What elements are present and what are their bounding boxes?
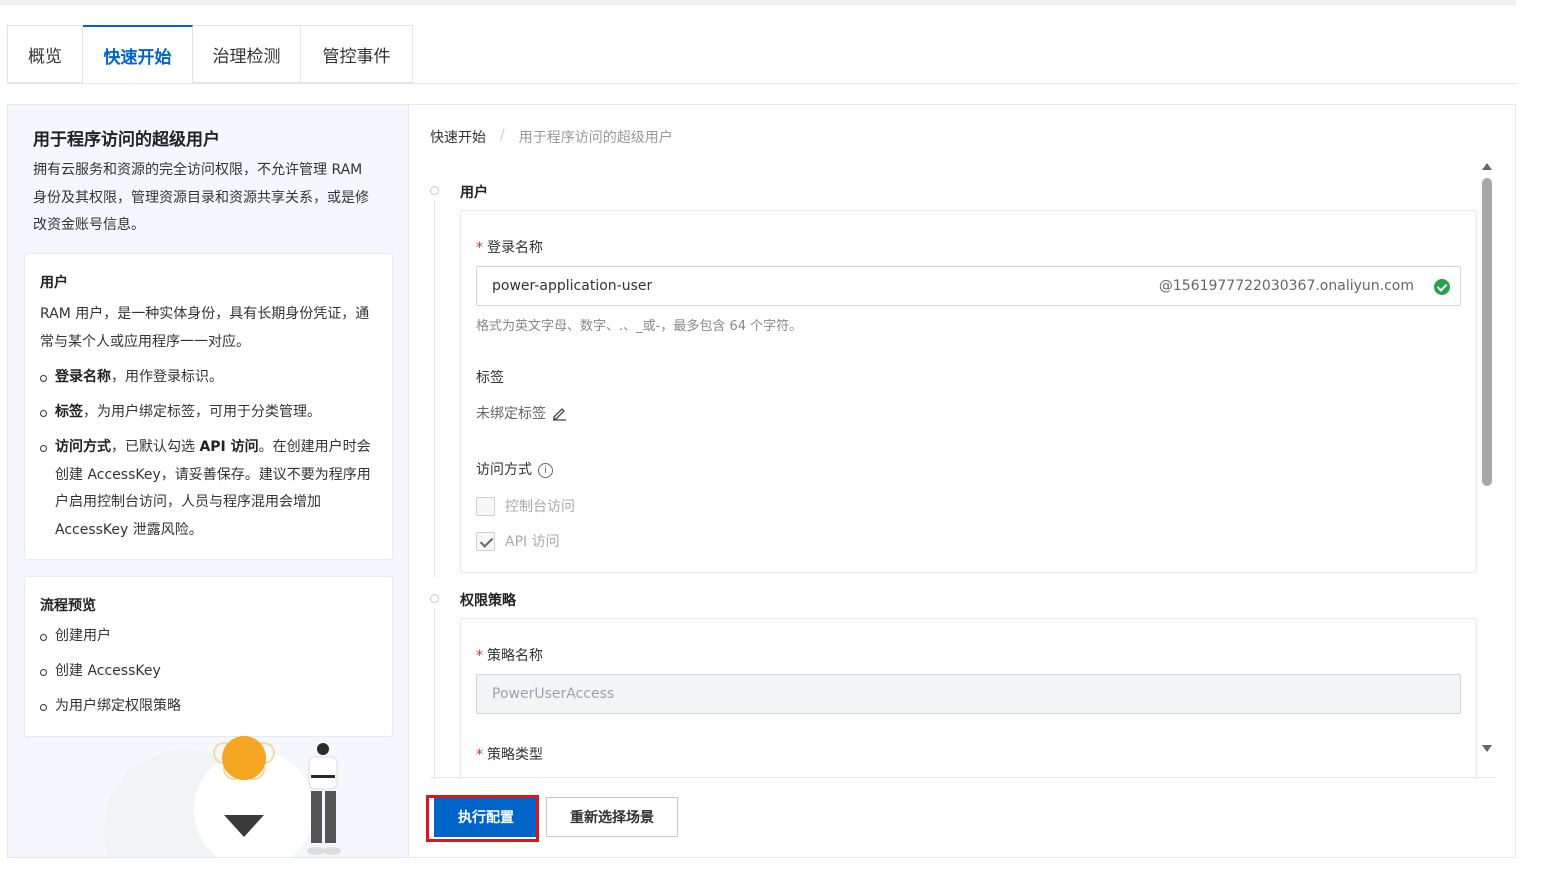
scenario-description: 拥有云服务和资源的完全访问权限，不允许管理 RAM 身份及其权限，管理资源目录和… <box>33 162 369 233</box>
tag-label: 标签 <box>476 370 504 386</box>
policy-form-panel: * 策略名称 PowerUserAccess * 策略类型 <box>460 618 1477 780</box>
checkbox-box[interactable] <box>476 496 495 516</box>
flow-card-title: 流程预览 <box>40 598 96 614</box>
illustration-image <box>104 736 341 857</box>
bullet-strong: 标签 <box>55 404 83 420</box>
bullet-text: ，用作登录标识。 <box>111 369 223 385</box>
policy-name-value: PowerUserAccess <box>492 686 615 702</box>
bullet-text: ，已默认勾选 <box>111 439 200 455</box>
breadcrumb-current: 用于程序访问的超级用户 <box>518 130 673 146</box>
tab-bar-divider <box>7 83 1516 84</box>
bullet-text: ，为用户绑定标签，可用于分类管理。 <box>83 404 321 420</box>
flow-preview-card: 流程预览 创建用户 创建 AccessKey 为用户绑定权限策略 <box>24 576 393 737</box>
steps-scroll-area[interactable]: 用户 * 登录名称 power-application-user @1561977… <box>410 160 1515 780</box>
required-mark: * <box>476 747 483 763</box>
step-dot-policy <box>430 594 439 603</box>
tag-value[interactable]: 未绑定标签 <box>476 403 567 423</box>
breadcrumb-root[interactable]: 快速开始 <box>430 127 486 147</box>
policy-name-label: * 策略名称 <box>476 645 543 665</box>
breadcrumb-separator: / <box>500 127 505 143</box>
scenario-sidebar: 用于程序访问的超级用户 拥有云服务和资源的完全访问权限，不允许管理 RAM 身份… <box>8 105 409 857</box>
config-panel: 快速开始 / 用于程序访问的超级用户 用户 * 登录名称 power-applic… <box>410 105 1515 857</box>
flow-item: 创建 AccessKey <box>40 658 380 686</box>
bullet-strong: 访问方式 <box>55 439 111 455</box>
reselect-scenario-button[interactable]: 重新选择场景 <box>546 797 678 837</box>
flow-item: 为用户绑定权限策略 <box>40 693 380 721</box>
bullet-tag: 标签，为用户绑定标签，可用于分类管理。 <box>40 399 380 427</box>
breadcrumb: 快速开始 / 用于程序访问的超级用户 <box>430 127 673 147</box>
api-access-label: API 访问 <box>505 534 560 550</box>
scroll-down-arrow-icon[interactable] <box>1482 745 1492 752</box>
step-connector <box>434 200 435 577</box>
step-connector <box>434 608 435 780</box>
scroll-up-arrow-icon[interactable] <box>1482 163 1492 170</box>
footer-divider <box>430 777 1496 778</box>
tab-bar: 概览 快速开始 治理检测 管控事件 <box>7 25 413 84</box>
user-card-title: 用户 <box>40 275 68 291</box>
main-frame: 用于程序访问的超级用户 拥有云服务和资源的完全访问权限，不允许管理 RAM 身份… <box>7 104 1516 858</box>
login-name-label-text: 登录名称 <box>487 240 543 256</box>
tag-value-text: 未绑定标签 <box>476 406 546 422</box>
execute-config-button[interactable]: 执行配置 <box>434 797 538 837</box>
required-mark: * <box>476 240 483 256</box>
bullet-login-name: 登录名称，用作登录标识。 <box>40 364 380 392</box>
policy-name-input: PowerUserAccess <box>476 674 1461 714</box>
api-access-checkbox[interactable]: API 访问 <box>476 531 560 551</box>
access-method-label-text: 访问方式 <box>476 462 532 478</box>
vertical-scrollbar[interactable] <box>1481 160 1493 755</box>
scenario-title: 用于程序访问的超级用户 <box>33 130 220 150</box>
top-strip <box>0 0 1516 5</box>
login-name-suffix: @1561977722030367.onaliyun.com <box>1158 278 1414 294</box>
checkbox-box-checked[interactable] <box>476 531 495 551</box>
flow-item: 创建用户 <box>40 623 380 651</box>
tab-overview[interactable]: 概览 <box>7 25 83 83</box>
step-title-policy: 权限策略 <box>460 593 516 609</box>
step-dot-user <box>430 186 439 195</box>
info-icon[interactable]: i <box>538 462 553 478</box>
policy-name-label-text: 策略名称 <box>487 648 543 664</box>
access-method-label: 访问方式 i <box>476 459 553 479</box>
step-title-user: 用户 <box>460 185 488 201</box>
bullet-strong-api: API 访问 <box>199 439 259 455</box>
console-access-label: 控制台访问 <box>505 499 575 515</box>
login-name-input[interactable]: power-application-user @1561977722030367… <box>476 266 1461 306</box>
policy-type-label: * 策略类型 <box>476 744 543 764</box>
valid-check-icon <box>1434 279 1450 295</box>
bullet-strong: 登录名称 <box>55 369 111 385</box>
tab-governance-check[interactable]: 治理检测 <box>193 25 301 83</box>
login-name-hint: 格式为英文字母、数字、.、_或-，最多包含 64 个字符。 <box>476 319 803 334</box>
policy-type-label-text: 策略类型 <box>487 747 543 763</box>
edit-icon[interactable] <box>552 406 567 421</box>
user-card-text: RAM 用户，是一种实体身份，具有长期身份凭证，通常与某个人或应用程序一一对应。 <box>40 306 370 350</box>
console-access-checkbox[interactable]: 控制台访问 <box>476 496 575 516</box>
login-name-label: * 登录名称 <box>476 237 543 257</box>
scrollbar-thumb[interactable] <box>1482 178 1492 486</box>
tab-control-events[interactable]: 管控事件 <box>301 25 413 83</box>
login-name-value: power-application-user <box>492 278 653 294</box>
user-form-panel: * 登录名称 power-application-user @1561977722… <box>460 210 1477 573</box>
bullet-access-method: 访问方式，已默认勾选 API 访问。在创建用户时会创建 AccessKey，请妥… <box>40 434 380 544</box>
user-info-card: 用户 RAM 用户，是一种实体身份，具有长期身份凭证，通常与某个人或应用程序一一… <box>24 253 393 560</box>
required-mark: * <box>476 648 483 664</box>
tab-quick-start[interactable]: 快速开始 <box>83 25 193 84</box>
